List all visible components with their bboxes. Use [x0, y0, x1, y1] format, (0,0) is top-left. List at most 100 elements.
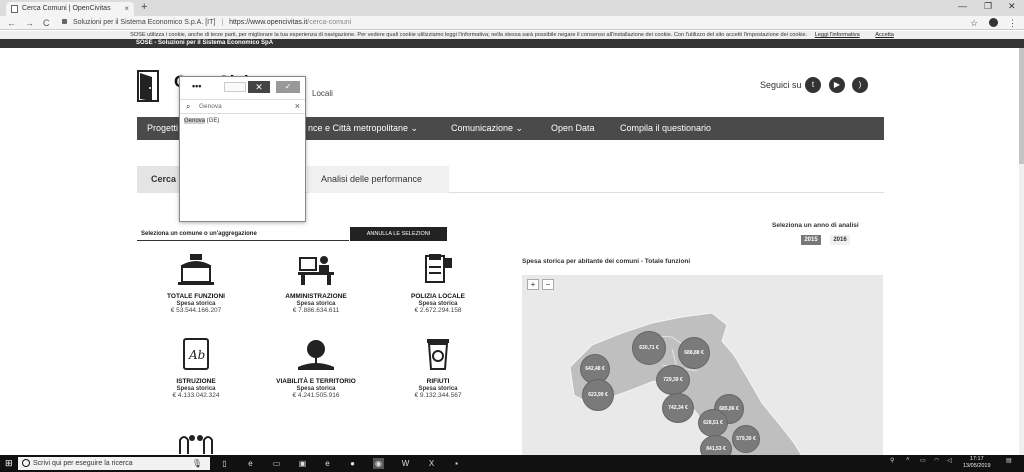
- function-name: VIABILITÀ E TERRITORIO: [276, 378, 356, 385]
- tray-arrow-icon[interactable]: ˄: [906, 457, 910, 463]
- scrollbar-thumb[interactable]: [1019, 48, 1024, 164]
- function-name: POLIZIA LOCALE: [411, 293, 465, 300]
- windows-start-icon[interactable]: ⊞: [5, 458, 13, 469]
- function-name: RIFIUTI: [426, 378, 450, 385]
- map-bubble[interactable]: 841,53 €: [700, 435, 732, 456]
- volume-icon[interactable]: ◁: [947, 457, 952, 464]
- social-services-icon: [179, 435, 213, 454]
- more-options-icon[interactable]: •••: [192, 81, 201, 91]
- taskbar-clock[interactable]: 17:17 13/05/2019: [963, 456, 991, 470]
- wifi-icon[interactable]: ◠: [934, 457, 939, 464]
- follow-label: Seguici su: [760, 80, 802, 90]
- outlook-icon[interactable]: ▪: [451, 458, 462, 469]
- address-bar: ← → C Soluzioni per il Sistema Economico…: [0, 16, 1024, 30]
- search-icon: ⌕: [186, 102, 191, 111]
- map-bubble[interactable]: 623,99 €: [582, 379, 614, 411]
- site-owner: Soluzioni per il Sistema Economico S.p.A…: [72, 19, 216, 26]
- function-viabilita[interactable]: VIABILITÀ E TERRITORIO Spesa storica € 4…: [266, 337, 366, 399]
- municipality-search-input[interactable]: Seleziona un comune o un'aggregazione: [137, 227, 349, 241]
- twitter-icon[interactable]: t: [805, 77, 821, 93]
- ie-icon[interactable]: e: [322, 458, 333, 469]
- logo-door-icon: [137, 70, 159, 102]
- media-icon[interactable]: ●: [347, 458, 358, 469]
- clear-selections-button[interactable]: ANNULLA LE SELEZIONI: [350, 227, 447, 241]
- function-value: € 53.544.166.207: [170, 307, 222, 314]
- back-icon[interactable]: ←: [7, 16, 16, 30]
- function-rifiuti[interactable]: RIFIUTI Spesa storica € 9.132.344.567: [388, 337, 488, 399]
- map-bubble[interactable]: 628,51 €: [698, 409, 728, 437]
- store-icon[interactable]: ▣: [297, 458, 308, 469]
- function-value: € 4.241.505.916: [292, 392, 340, 399]
- function-value: € 2.672.294.158: [414, 307, 462, 314]
- function-polizia[interactable]: POLIZIA LOCALE Spesa storica € 2.672.294…: [388, 252, 488, 314]
- map-bubble[interactable]: 579,30 €: [732, 425, 760, 453]
- map-bubble[interactable]: 742,34 €: [662, 393, 694, 423]
- road-tree-icon: [298, 340, 334, 370]
- taskbar-search-placeholder: Scrivi qui per eseguire la ricerca: [33, 460, 133, 467]
- city-hall-icon: [178, 254, 214, 285]
- tab-analisi[interactable]: Analisi delle performance: [307, 166, 449, 193]
- italy-map[interactable]: + − 630,71 € 688,88 € 642,48 € 729,39 € …: [522, 275, 883, 456]
- result-province: (GE): [205, 118, 220, 124]
- cookie-text: SOSE utilizza i cookie, anche di terze p…: [130, 32, 808, 38]
- dropdown-toggle[interactable]: [224, 82, 246, 92]
- bookmark-star-icon[interactable]: ☆: [970, 16, 978, 30]
- excel-icon[interactable]: X: [426, 458, 437, 469]
- tab-title: Cerca Comuni | OpenCivitas: [22, 5, 111, 12]
- rss-icon[interactable]: ): [852, 77, 868, 93]
- minimize-icon[interactable]: —: [958, 1, 967, 11]
- forward-icon[interactable]: →: [25, 16, 34, 30]
- cortana-icon: [22, 459, 30, 467]
- function-istruzione[interactable]: Ab ISTRUZIONE Spesa storica € 4.133.042.…: [146, 337, 246, 399]
- youtube-icon[interactable]: ▶: [829, 77, 845, 93]
- word-icon[interactable]: W: [400, 458, 411, 469]
- microphone-icon[interactable]: 🎙: [192, 457, 202, 470]
- taskbar-search-input[interactable]: Scrivi qui per eseguire la ricerca 🎙: [18, 457, 210, 470]
- reload-icon[interactable]: C: [43, 16, 50, 30]
- nav-province-citta[interactable]: nce e Città metropolitane ⌄: [308, 117, 418, 140]
- edge-icon[interactable]: e: [245, 458, 256, 469]
- map-bubble[interactable]: 630,71 €: [632, 331, 666, 365]
- lock-icon: [62, 19, 67, 24]
- notifications-icon[interactable]: ▤: [1006, 457, 1012, 464]
- browser-menu-icon[interactable]: ⋮: [1008, 16, 1017, 30]
- cookie-banner: SOSE utilizza i cookie, anche di terze p…: [0, 31, 1024, 39]
- people-icon[interactable]: ⚲: [890, 457, 894, 464]
- dropdown-search-input[interactable]: Genova: [199, 103, 222, 110]
- function-value: € 4.133.042.324: [172, 392, 220, 399]
- profile-icon[interactable]: [989, 18, 998, 27]
- year-button-2016[interactable]: 2016: [830, 235, 850, 245]
- network-icon[interactable]: ▭: [920, 457, 926, 464]
- url-domain: https://www.opencivitas.it: [229, 19, 308, 26]
- dropdown-result-item[interactable]: Genova (GE): [184, 118, 219, 124]
- dropdown-cancel-button[interactable]: ✕: [248, 81, 270, 93]
- cookie-info-link[interactable]: Leggi l'informativa: [815, 32, 860, 38]
- url-field[interactable]: Soluzioni per il Sistema Economico S.p.A…: [62, 17, 962, 29]
- map-bubble[interactable]: 688,88 €: [678, 337, 710, 369]
- file-explorer-icon[interactable]: ▭: [271, 458, 282, 469]
- new-tab-button[interactable]: +: [141, 1, 147, 13]
- nav-open-data[interactable]: Open Data: [551, 117, 595, 140]
- task-view-icon[interactable]: ▯: [219, 458, 230, 469]
- year-selector-label: Seleziona un anno di analisi: [772, 222, 859, 229]
- chrome-icon[interactable]: ◉: [373, 458, 384, 469]
- nav-progetti[interactable]: Progetti: [147, 117, 178, 140]
- nav-questionario[interactable]: Compila il questionario: [620, 117, 711, 140]
- year-button-2015[interactable]: 2015: [801, 235, 821, 245]
- function-totale[interactable]: TOTALE FUNZIONI Spesa storica € 53.544.1…: [146, 252, 246, 314]
- browser-tab[interactable]: Cerca Comuni | OpenCivitas ×: [6, 2, 134, 16]
- function-amministrazione[interactable]: AMMINISTRAZIONE Spesa storica € 7.886.63…: [266, 252, 366, 314]
- map-bubble[interactable]: 729,39 €: [656, 365, 690, 395]
- result-match: Genova: [184, 118, 206, 124]
- function-name: TOTALE FUNZIONI: [167, 293, 225, 300]
- dropdown-search[interactable]: ⌕ Genova ×: [180, 99, 305, 114]
- cookie-accept-link[interactable]: Accetta: [875, 32, 894, 38]
- function-value: € 7.886.634.611: [292, 307, 340, 314]
- nav-comunicazione[interactable]: Comunicazione ⌄: [451, 117, 523, 140]
- clear-search-icon[interactable]: ×: [295, 101, 300, 111]
- tab-close-icon[interactable]: ×: [124, 2, 129, 16]
- close-window-icon[interactable]: ✕: [1008, 1, 1016, 12]
- dropdown-confirm-button[interactable]: ✓: [276, 81, 300, 93]
- maximize-icon[interactable]: ❐: [984, 1, 992, 12]
- windows-taskbar: ⊞ Scrivi qui per eseguire la ricerca 🎙 ▯…: [0, 455, 1024, 472]
